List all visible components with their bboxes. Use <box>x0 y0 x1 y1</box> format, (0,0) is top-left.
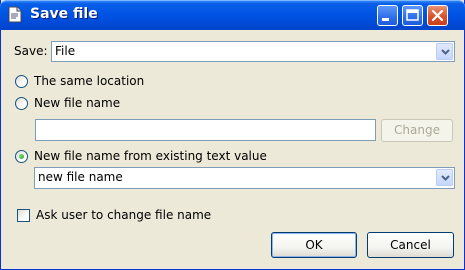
chevron-down-icon <box>441 175 450 181</box>
text-value-value: new file name <box>38 170 123 184</box>
ask-user-checkbox[interactable] <box>17 209 30 222</box>
maximize-button[interactable] <box>402 5 423 26</box>
document-icon <box>7 6 23 23</box>
new-file-name-input[interactable] <box>35 119 376 141</box>
from-text-value-label[interactable]: New file name from existing text value <box>34 149 267 163</box>
save-type-dropdown[interactable]: File <box>51 41 455 62</box>
maximize-icon <box>406 9 419 21</box>
radio-selected-dot <box>19 154 24 159</box>
title-bar[interactable]: Save file <box>0 0 465 30</box>
save-file-dialog: Save file Save: File The same location N… <box>0 0 465 270</box>
change-button[interactable]: Change <box>381 119 453 142</box>
text-value-dropdown[interactable]: new file name <box>34 167 455 189</box>
same-location-radio[interactable] <box>15 75 28 88</box>
ok-button[interactable]: OK <box>271 232 357 258</box>
from-text-value-radio[interactable] <box>15 150 28 163</box>
minimize-icon <box>382 18 389 21</box>
ask-user-label[interactable]: Ask user to change file name <box>36 208 211 222</box>
new-file-name-radio[interactable] <box>15 97 28 110</box>
close-button[interactable] <box>427 5 448 26</box>
minimize-button[interactable] <box>377 5 398 26</box>
text-value-dropdown-button[interactable] <box>436 169 453 186</box>
save-type-value: File <box>55 44 76 58</box>
cancel-button[interactable]: Cancel <box>367 232 454 258</box>
new-file-name-label[interactable]: New file name <box>34 96 120 110</box>
chevron-down-icon <box>441 49 450 55</box>
save-label: Save: <box>14 44 48 58</box>
window-title: Save file <box>30 6 98 22</box>
save-type-dropdown-button[interactable] <box>436 43 453 60</box>
same-location-label[interactable]: The same location <box>34 74 144 88</box>
close-icon <box>431 9 444 22</box>
